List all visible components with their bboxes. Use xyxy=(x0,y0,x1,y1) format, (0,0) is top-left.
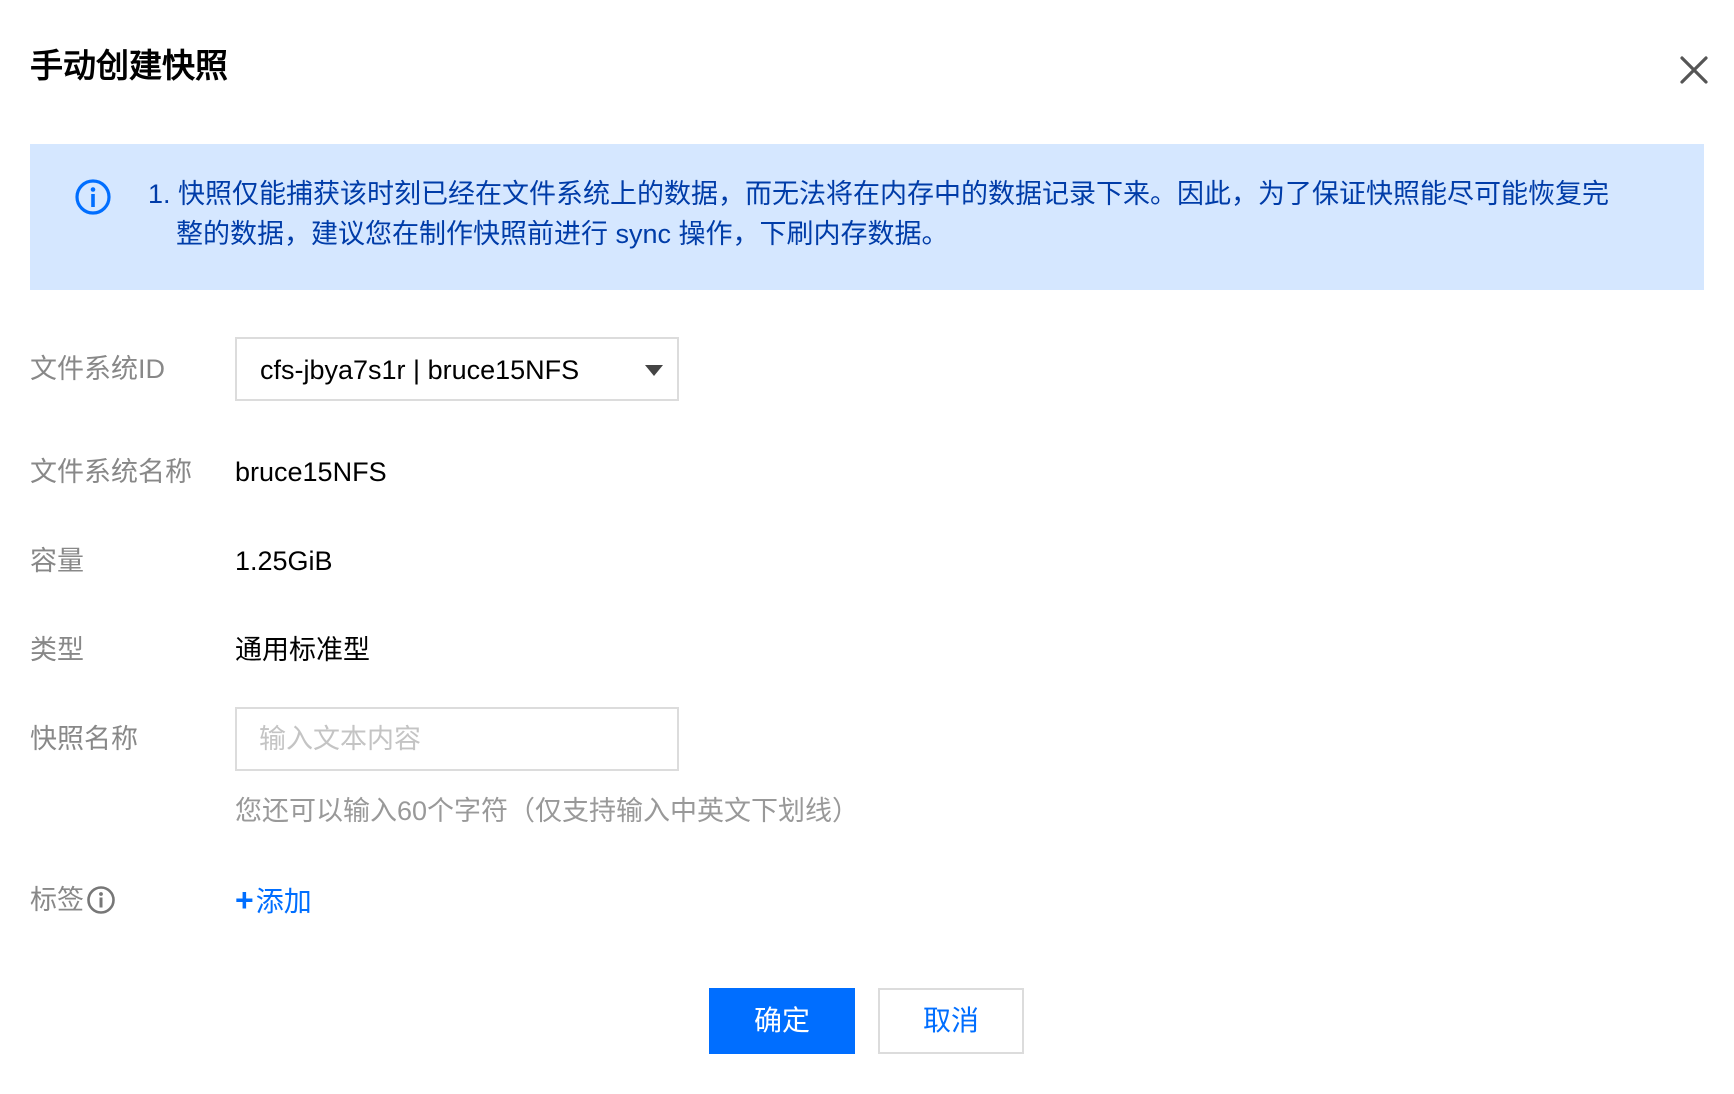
dialog-title: 手动创建快照 xyxy=(30,47,228,84)
add-tag-button[interactable]: +添加 xyxy=(235,882,312,920)
tags-label: 标签 xyxy=(30,885,84,915)
info-circle-icon xyxy=(75,179,111,215)
notice-message: 1. 快照仅能捕获该时刻已经在文件系统上的数据，而无法将在内存中的数据记录下来。… xyxy=(148,174,1628,254)
fs-id-label: 文件系统ID xyxy=(30,354,165,384)
notice-banner: 1. 快照仅能捕获该时刻已经在文件系统上的数据，而无法将在内存中的数据记录下来。… xyxy=(30,144,1704,290)
notice-line-2: 整的数据，建议您在制作快照前进行 sync 操作，下刷内存数据。 xyxy=(176,219,949,249)
snapshot-name-label: 快照名称 xyxy=(30,724,138,754)
cancel-button[interactable]: 取消 xyxy=(878,988,1024,1054)
notice-line-1: 1. 快照仅能捕获该时刻已经在文件系统上的数据，而无法将在内存中的数据记录下来。… xyxy=(148,179,1610,209)
snapshot-name-input[interactable] xyxy=(235,707,679,771)
snapshot-name-hint: 您还可以输入60个字符（仅支持输入中英文下划线） xyxy=(235,796,860,826)
fs-id-select[interactable]: cfs-jbya7s1r | bruce15NFS xyxy=(235,337,679,401)
fs-name-label: 文件系统名称 xyxy=(30,457,192,487)
confirm-button[interactable]: 确定 xyxy=(709,988,855,1054)
type-value: 通用标准型 xyxy=(235,635,370,665)
type-label: 类型 xyxy=(30,635,84,665)
capacity-label: 容量 xyxy=(30,546,84,576)
info-circle-icon[interactable] xyxy=(86,885,116,915)
create-snapshot-dialog: 手动创建快照 1. 快照仅能捕获该时刻已经在文件系统上的数据，而无法将在内存中的… xyxy=(0,0,1734,1094)
tags-label-group: 标签 xyxy=(30,882,116,918)
chevron-down-icon xyxy=(645,365,663,376)
close-icon[interactable] xyxy=(1676,52,1712,88)
fs-name-value: bruce15NFS xyxy=(235,457,387,487)
capacity-value: 1.25GiB xyxy=(235,546,333,576)
fs-id-selected-value: cfs-jbya7s1r | bruce15NFS xyxy=(260,355,580,385)
plus-icon: + xyxy=(235,882,254,918)
add-tag-label: 添加 xyxy=(255,886,312,917)
